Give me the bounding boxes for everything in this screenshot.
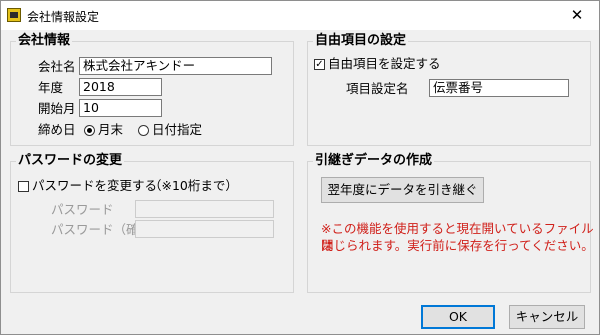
cancel-button[interactable]: キャンセル [509,305,585,329]
closing-date-label: 締め日 [38,122,76,137]
company-settings-dialog: 会社情報設定 ✕ 会社情報 会社名 株式会社アキンドー 年度 2018 開始月 … [0,0,600,335]
start-month-label: 開始月 [38,101,76,116]
custom-field-name-field[interactable]: 伝票番号 [429,79,569,97]
custom-field-title: 自由項目の設定 [313,33,409,49]
company-info-title: 会社情報 [16,33,73,49]
custom-field-enable-label[interactable]: 自由項目を設定する [328,56,441,72]
custom-field-name-label: 項目設定名 [346,81,409,96]
password-confirm-field [135,220,274,238]
year-field[interactable]: 2018 [79,78,162,96]
year-label: 年度 [38,80,64,95]
password-label: パスワード [51,202,114,217]
carryover-data-button[interactable]: 翌年度にデータを引き継ぐ [321,177,484,203]
carryover-warning-line2: 閉じられます。実行前に保存を行ってください。 [321,238,594,253]
password-field [135,200,274,218]
app-icon [7,8,21,22]
password-group-title: パスワードの変更 [16,153,125,169]
window-title: 会社情報設定 [27,10,100,24]
ok-button[interactable]: OK [421,305,495,329]
start-month-field[interactable]: 10 [79,99,162,117]
closing-date-specified-radio[interactable] [138,125,149,136]
company-name-field[interactable]: 株式会社アキンドー [79,57,272,75]
close-icon[interactable]: ✕ [555,1,599,30]
company-name-label: 会社名 [38,59,76,74]
password-limit-note: （※10桁まで） [149,178,238,193]
carryover-group-title: 引継ぎデータの作成 [313,153,435,169]
title-bar: 会社情報設定 ✕ [1,1,599,30]
custom-field-enable-checkbox[interactable]: ✓ [314,59,325,70]
closing-date-specified-label[interactable]: 日付指定 [152,122,202,138]
closing-month-end-label[interactable]: 月末 [98,122,123,138]
password-change-label[interactable]: パスワードを変更する [32,178,157,194]
password-change-checkbox[interactable] [18,181,29,192]
closing-month-end-radio[interactable] [84,125,95,136]
